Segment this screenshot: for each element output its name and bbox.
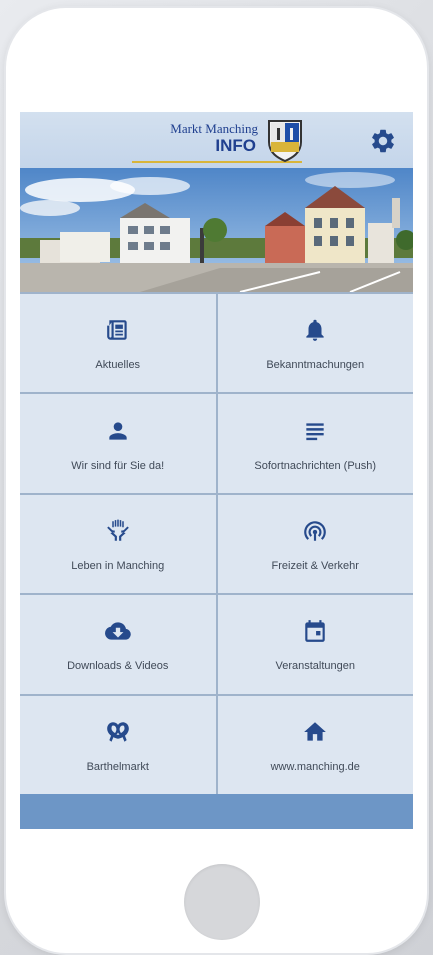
tile-label: Barthelmarkt [86,760,149,773]
tile-website[interactable]: www.manching.de [217,695,413,794]
tile-wir-sind-fuer-sie-da[interactable]: Wir sind für Sie da! [20,394,216,493]
calendar-icon [302,616,328,646]
app-footer-bar [20,794,413,829]
hands-icon [105,516,131,546]
pretzel-icon [105,717,131,747]
person-icon [105,416,131,446]
logo-title: Markt Manching [170,121,258,136]
tile-label: Leben in Manching [71,559,165,572]
tile-label: Wir sind für Sie da! [71,459,165,472]
tile-freizeit-verkehr[interactable]: Freizeit & Verkehr [217,494,413,594]
app-logo: Markt Manching INFO [128,122,258,154]
tile-sofortnachrichten[interactable]: Sofortnachrichten (Push) [217,394,413,493]
tile-veranstaltungen[interactable]: Veranstaltungen [217,595,413,694]
tile-label: www.manching.de [270,760,360,773]
phone-home-button[interactable] [184,864,260,940]
tile-label: Sofortnachrichten (Push) [254,459,377,472]
tile-downloads-videos[interactable]: Downloads & Videos [20,595,216,694]
newspaper-icon [105,315,131,345]
phone-frame: Markt Manching INFO Aktuelles Bekanntmac… [6,8,427,953]
tile-label: Bekanntmachungen [266,359,365,372]
logo-subtitle: INFO [215,136,256,155]
home-icon [302,717,328,747]
tile-label: Aktuelles [95,359,141,372]
town-banner-image [20,168,413,292]
tile-label: Veranstaltungen [275,660,355,673]
tile-bekanntmachungen[interactable]: Bekanntmachungen [217,294,413,393]
tile-aktuelles[interactable]: Aktuelles [20,294,216,393]
tile-label: Freizeit & Verkehr [271,559,359,572]
bell-icon [302,315,328,345]
tile-leben-in-manching[interactable]: Leben in Manching [20,494,216,594]
gear-icon[interactable] [369,127,397,155]
signal-icon [302,516,328,546]
cloud-download-icon [104,616,131,646]
coat-of-arms-icon [268,120,302,162]
tile-barthelmarkt[interactable]: Barthelmarkt [20,695,216,794]
menu-grid: Aktuelles Bekanntmachungen Wir sind für … [20,292,413,794]
app-screen: Markt Manching INFO Aktuelles Bekanntmac… [20,112,413,829]
lines-icon [302,416,328,446]
app-header: Markt Manching INFO [20,112,413,168]
tile-label: Downloads & Videos [67,660,169,673]
